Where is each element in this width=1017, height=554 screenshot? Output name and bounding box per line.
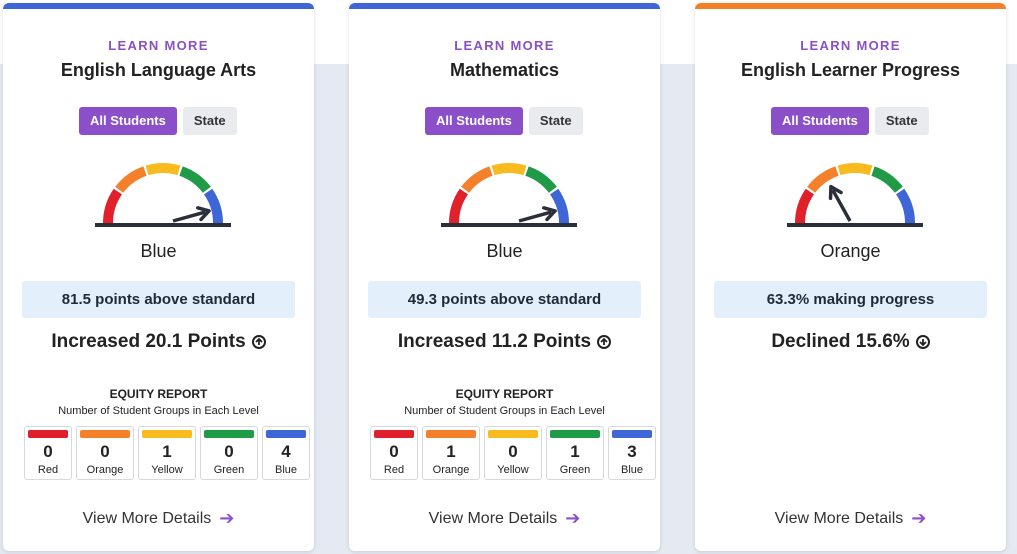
learn-more-link[interactable]: LEARN MORE	[3, 38, 314, 53]
score-summary: 49.3 points above standard	[368, 281, 641, 318]
equity-level-orange: 0 Orange	[76, 426, 134, 480]
view-details-link[interactable]: View More Details ➔	[3, 508, 314, 529]
change-text: Declined 15.6%	[771, 331, 910, 352]
gauge-segment-red	[795, 188, 815, 224]
student-toggle: All Students State	[79, 107, 237, 135]
learn-more-link[interactable]: LEARN MORE	[349, 38, 660, 53]
equity-level-green: 1 Green	[546, 426, 604, 480]
gauge-segment-green	[525, 166, 557, 193]
arrow-right-icon: ➔	[219, 508, 235, 528]
gauge-segment-blue	[549, 188, 569, 224]
equity-level-yellow: 0 Yellow	[484, 426, 542, 480]
student-toggle: All Students State	[425, 107, 583, 135]
card-title: English Learner Progress	[740, 60, 961, 80]
equity-level-red: 0 Red	[370, 426, 418, 480]
gauge-segment-red	[449, 188, 469, 224]
gauge-segment-orange	[461, 166, 493, 193]
view-details-label: View More Details	[82, 509, 212, 527]
equity-count: 1	[570, 442, 580, 461]
change-summary: Increased 11.2 Points	[349, 331, 660, 353]
performance-status: Blue	[140, 241, 177, 261]
change-text: Increased 20.1 Points	[51, 331, 246, 352]
equity-label: Yellow	[497, 464, 529, 476]
equity-report-subtitle: Number of Student Groups in Each Level	[404, 405, 605, 417]
equity-label: Orange	[86, 464, 124, 476]
equity-level-green: 0 Green	[200, 426, 258, 480]
all-students-button[interactable]: All Students	[425, 107, 523, 135]
equity-report-title: EQUITY REPORT	[455, 387, 554, 401]
change-summary: Declined 15.6%	[695, 331, 1006, 353]
equity-level-yellow: 1 Yellow	[138, 426, 196, 480]
gauge-segment-blue	[895, 188, 915, 224]
equity-label: Blue	[620, 464, 644, 476]
score-summary: 81.5 points above standard	[22, 281, 295, 318]
card-mathematics: LEARN MORE Mathematics All Students Stat…	[349, 3, 660, 551]
card-top-bar	[349, 3, 660, 9]
equity-level-blue: 4 Blue	[262, 426, 310, 480]
equity-label: Green	[559, 464, 591, 476]
view-details-label: View More Details	[774, 509, 904, 527]
card-english-learner-progress: LEARN MORE English Learner Progress All …	[695, 3, 1006, 551]
equity-count: 0	[389, 442, 399, 461]
equity-count: 3	[627, 442, 637, 461]
state-button[interactable]: State	[528, 107, 583, 135]
gauge-segment-blue	[203, 188, 223, 224]
equity-label: Green	[213, 464, 245, 476]
equity-label: Red	[37, 464, 59, 476]
card-english-language-arts: LEARN MORE English Language Arts All Stu…	[3, 3, 314, 551]
gauge-needle	[831, 189, 852, 222]
performance-gauge	[441, 163, 577, 227]
gauge-segment-orange	[115, 166, 147, 193]
performance-status: Orange	[820, 241, 881, 261]
equity-levels: 0 Red 0 Orange 1 Yellow 0 Green 4 Blue	[24, 426, 310, 480]
equity-count: 0	[508, 442, 518, 461]
gauge-segment-green	[179, 166, 211, 193]
equity-label: Red	[383, 464, 405, 476]
arrow-up-circle-icon	[597, 335, 612, 349]
all-students-button[interactable]: All Students	[771, 107, 869, 135]
gauge-segment-green	[871, 166, 903, 193]
view-details-link[interactable]: View More Details ➔	[695, 508, 1006, 529]
view-details-label: View More Details	[428, 509, 558, 527]
gauge-segment-red	[103, 188, 123, 224]
arrow-right-icon: ➔	[911, 508, 927, 528]
equity-count: 0	[224, 442, 234, 461]
gauge-segment-yellow	[145, 163, 181, 176]
equity-count: 4	[281, 442, 291, 461]
performance-gauge	[787, 163, 923, 227]
equity-label: Orange	[432, 464, 470, 476]
card-title: Mathematics	[449, 60, 560, 80]
equity-count: 0	[43, 442, 53, 461]
equity-report-subtitle: Number of Student Groups in Each Level	[58, 405, 259, 417]
performance-status: Blue	[486, 241, 523, 261]
card-top-bar	[695, 3, 1006, 9]
view-details-link[interactable]: View More Details ➔	[349, 508, 660, 529]
change-text: Increased 11.2 Points	[397, 331, 592, 352]
card-top-bar	[3, 3, 314, 9]
equity-level-red: 0 Red	[24, 426, 72, 480]
student-toggle: All Students State	[771, 107, 929, 135]
score-summary: 63.3% making progress	[714, 281, 987, 318]
equity-count: 0	[100, 442, 110, 461]
learn-more-link[interactable]: LEARN MORE	[695, 38, 1006, 53]
card-title: English Language Arts	[60, 60, 257, 80]
equity-level-orange: 1 Orange	[422, 426, 480, 480]
equity-label: Yellow	[151, 464, 183, 476]
equity-count: 1	[162, 442, 172, 461]
arrow-down-circle-icon	[915, 335, 930, 349]
equity-levels: 0 Red 1 Orange 0 Yellow 1 Green 3 Blue	[370, 426, 656, 480]
arrow-right-icon: ➔	[565, 508, 581, 528]
change-summary: Increased 20.1 Points	[3, 331, 314, 353]
state-button[interactable]: State	[182, 107, 237, 135]
equity-count: 1	[446, 442, 456, 461]
performance-gauge	[95, 163, 231, 227]
all-students-button[interactable]: All Students	[79, 107, 177, 135]
state-button[interactable]: State	[874, 107, 929, 135]
gauge-segment-yellow	[837, 163, 873, 176]
equity-level-blue: 3 Blue	[608, 426, 656, 480]
equity-report-title: EQUITY REPORT	[109, 387, 208, 401]
gauge-segment-yellow	[491, 163, 527, 176]
arrow-up-circle-icon	[251, 335, 266, 349]
equity-label: Blue	[274, 464, 298, 476]
